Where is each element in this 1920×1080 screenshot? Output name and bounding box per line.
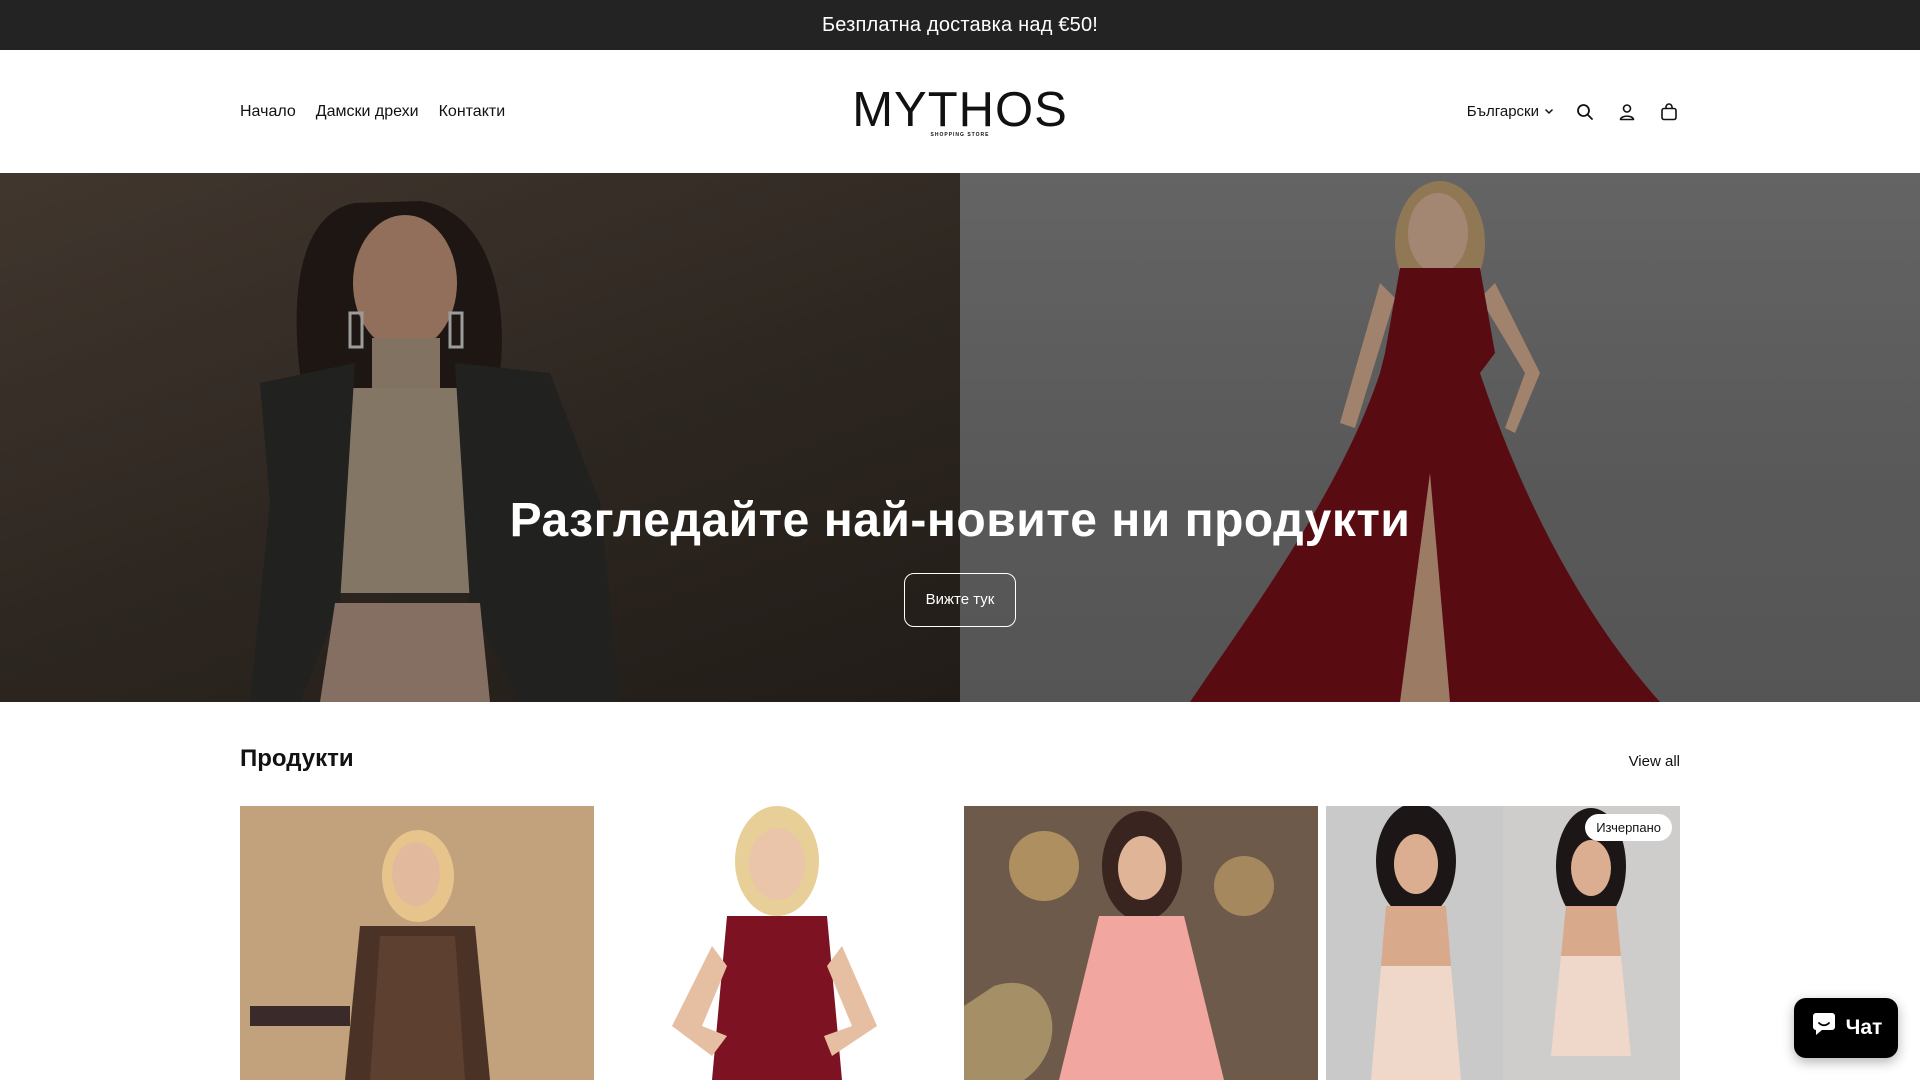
main-nav: Начало Дамски дрехи Контакти	[240, 50, 505, 173]
site-header: Начало Дамски дрехи Контакти MYTHOS SHOP…	[0, 50, 1920, 173]
view-all-link[interactable]: View all	[1629, 753, 1680, 770]
hero-title: Разгледайте най-новите ни продукти	[509, 494, 1411, 547]
products-section-header: Продукти View all	[240, 745, 1680, 779]
nav-item-womens-clothing[interactable]: Дамски дрехи	[316, 103, 419, 121]
product-card[interactable]	[964, 806, 1318, 1080]
logo-wordmark: MYTHOS	[852, 83, 1068, 137]
language-selector[interactable]: Български	[1467, 103, 1554, 120]
search-icon[interactable]	[1574, 101, 1596, 123]
hero-cta-button[interactable]: Вижте тук	[904, 573, 1016, 627]
hero-content: Разгледайте най-новите ни продукти Вижте…	[0, 493, 1920, 627]
language-label: Български	[1466, 103, 1539, 120]
header-actions: Български	[1467, 50, 1680, 173]
hero-banner: Разгледайте най-новите ни продукти Вижте…	[0, 173, 1920, 702]
product-card[interactable]: Изчерпано	[1326, 806, 1680, 1080]
product-grid: Изчерпано	[240, 806, 1680, 1080]
announcement-bar: Безплатна доставка над €50!	[0, 0, 1920, 50]
announcement-text: Безплатна доставка над €50!	[821, 13, 1099, 36]
product-image	[602, 806, 956, 1080]
chat-bubble-icon	[1810, 1012, 1838, 1044]
chevron-down-icon	[1544, 103, 1554, 120]
account-icon[interactable]	[1616, 101, 1638, 123]
sold-out-badge: Изчерпано	[1585, 814, 1672, 841]
cart-icon[interactable]	[1658, 101, 1680, 123]
site-logo[interactable]: MYTHOS SHOPPING STORE	[850, 83, 1070, 139]
product-image	[964, 806, 1318, 1080]
product-image	[1326, 806, 1680, 1080]
product-image	[240, 806, 594, 1080]
chat-button[interactable]: Чат	[1794, 998, 1898, 1058]
products-title: Продукти	[240, 745, 354, 772]
chat-label: Чат	[1845, 1016, 1883, 1039]
product-card[interactable]	[240, 806, 594, 1080]
nav-item-contacts[interactable]: Контакти	[439, 103, 506, 121]
nav-item-home[interactable]: Начало	[240, 103, 296, 121]
product-card[interactable]	[602, 806, 956, 1080]
